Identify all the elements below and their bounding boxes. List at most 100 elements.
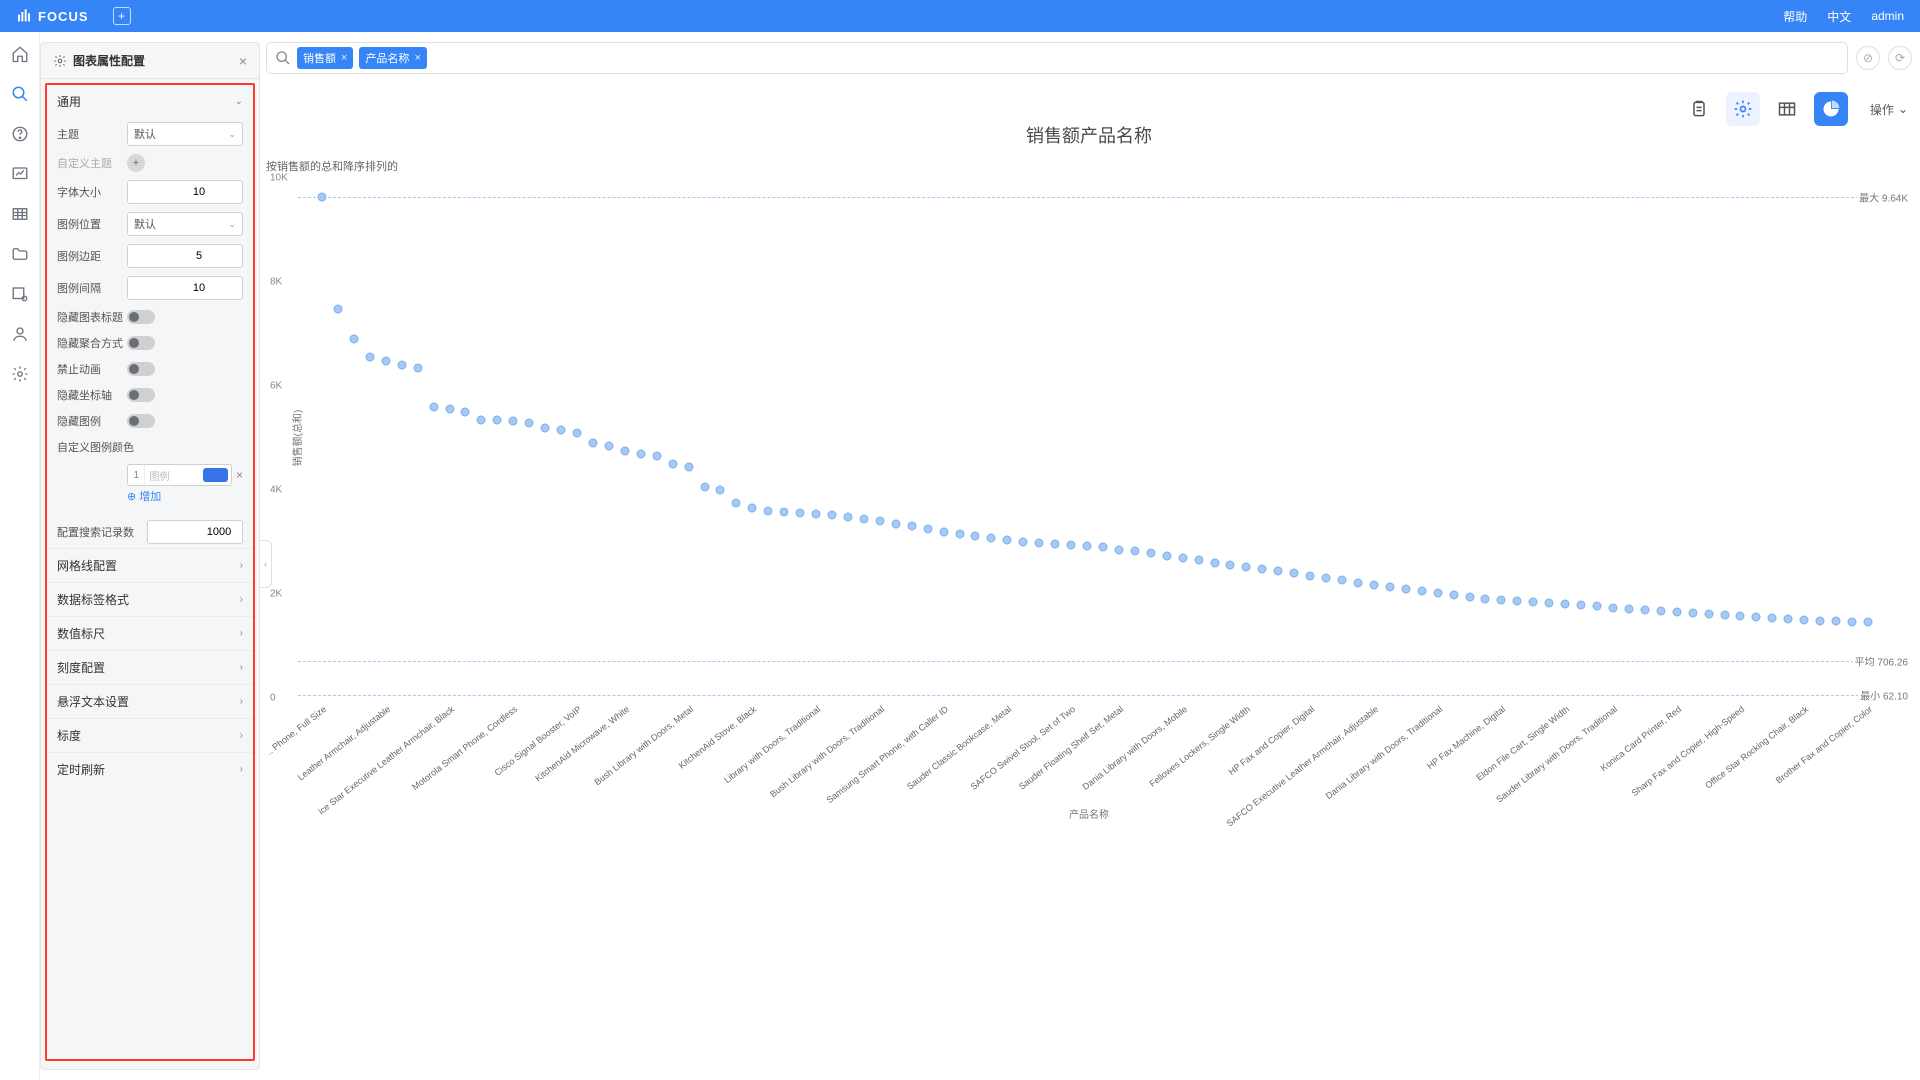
section-collapsed[interactable]: 标度› [47, 718, 253, 752]
data-point[interactable] [1146, 549, 1155, 558]
data-point[interactable] [1752, 612, 1761, 621]
data-point[interactable] [684, 462, 693, 471]
data-point[interactable] [365, 352, 374, 361]
rail-manage[interactable] [10, 284, 30, 304]
panel-close-button[interactable]: × [239, 53, 247, 69]
legend-margin-input[interactable]: +− [127, 244, 243, 268]
data-point[interactable] [907, 522, 916, 531]
chip-remove-icon[interactable]: × [414, 52, 420, 64]
legend-pos-select[interactable]: 默认⌄ [127, 212, 243, 236]
font-size-input[interactable]: px +− [127, 180, 243, 204]
data-point[interactable] [1529, 598, 1538, 607]
legend-color-input[interactable]: 1 图例 [127, 464, 232, 486]
data-point[interactable] [780, 507, 789, 516]
help-link[interactable]: 帮助 [1783, 8, 1807, 25]
data-point[interactable] [1322, 574, 1331, 583]
data-point[interactable] [1353, 578, 1362, 587]
rail-settings[interactable] [10, 364, 30, 384]
data-point[interactable] [1003, 535, 1012, 544]
refresh-button[interactable]: ⟳ [1888, 46, 1912, 70]
data-point[interactable] [1465, 593, 1474, 602]
data-point[interactable] [652, 452, 661, 461]
user-link[interactable]: admin [1871, 9, 1904, 23]
data-point[interactable] [1624, 604, 1633, 613]
rail-help[interactable] [10, 124, 30, 144]
data-point[interactable] [796, 508, 805, 517]
rail-user[interactable] [10, 324, 30, 344]
data-point[interactable] [1593, 602, 1602, 611]
data-point[interactable] [1051, 540, 1060, 549]
hide-agg-toggle[interactable] [127, 336, 155, 350]
color-swatch[interactable] [203, 468, 228, 482]
data-point[interactable] [477, 415, 486, 424]
data-point[interactable] [843, 513, 852, 522]
chip-remove-icon[interactable]: × [341, 52, 347, 64]
data-point[interactable] [1385, 582, 1394, 591]
data-point[interactable] [397, 361, 406, 370]
data-point[interactable] [1417, 586, 1426, 595]
data-point[interactable] [525, 419, 534, 428]
data-point[interactable] [955, 529, 964, 538]
clear-search-button[interactable]: ⊘ [1856, 46, 1880, 70]
data-point[interactable] [1210, 558, 1219, 567]
section-collapsed[interactable]: 悬浮文本设置› [47, 684, 253, 718]
theme-select[interactable]: 默认⌄ [127, 122, 243, 146]
search-chip-1[interactable]: 销售额× [297, 47, 353, 69]
data-point[interactable] [1449, 591, 1458, 600]
data-point[interactable] [1035, 539, 1044, 548]
records-input[interactable]: +− [147, 520, 243, 544]
data-point[interactable] [1784, 614, 1793, 623]
data-point[interactable] [1083, 542, 1092, 551]
settings-button[interactable] [1726, 92, 1760, 126]
data-point[interactable] [1019, 538, 1028, 547]
section-general-header[interactable]: 通用 ⌄ [47, 85, 253, 118]
data-point[interactable] [668, 460, 677, 469]
data-point[interactable] [812, 509, 821, 518]
data-point[interactable] [859, 514, 868, 523]
data-point[interactable] [891, 519, 900, 528]
data-point[interactable] [461, 408, 470, 417]
hide-axis-toggle[interactable] [127, 388, 155, 402]
data-point[interactable] [381, 357, 390, 366]
rail-chart[interactable] [10, 164, 30, 184]
data-point[interactable] [333, 305, 342, 314]
data-point[interactable] [1688, 608, 1697, 617]
hide-legend-toggle[interactable] [127, 414, 155, 428]
section-collapsed[interactable]: 数值标尺› [47, 616, 253, 650]
data-point[interactable] [1290, 569, 1299, 578]
data-point[interactable] [1800, 616, 1809, 625]
data-point[interactable] [1816, 616, 1825, 625]
data-point[interactable] [636, 449, 645, 458]
data-point[interactable] [875, 517, 884, 526]
data-point[interactable] [1162, 551, 1171, 560]
data-point[interactable] [1656, 606, 1665, 615]
data-point[interactable] [1736, 611, 1745, 620]
data-point[interactable] [971, 531, 980, 540]
legend-gap-input[interactable]: +− [127, 276, 243, 300]
data-point[interactable] [557, 426, 566, 435]
data-point[interactable] [573, 428, 582, 437]
data-point[interactable] [1513, 597, 1522, 606]
data-point[interactable] [1226, 560, 1235, 569]
data-point[interactable] [1178, 553, 1187, 562]
section-collapsed[interactable]: 刻度配置› [47, 650, 253, 684]
data-point[interactable] [1114, 545, 1123, 554]
operations-dropdown[interactable]: 操作 ⌄ [1870, 101, 1908, 118]
section-collapsed[interactable]: 数据标签格式› [47, 582, 253, 616]
data-point[interactable] [748, 504, 757, 513]
data-point[interactable] [1608, 603, 1617, 612]
data-point[interactable] [604, 441, 613, 450]
hide-title-toggle[interactable] [127, 310, 155, 324]
rail-home[interactable] [10, 44, 30, 64]
data-point[interactable] [1704, 609, 1713, 618]
data-point[interactable] [939, 527, 948, 536]
data-point[interactable] [732, 499, 741, 508]
data-point[interactable] [1481, 595, 1490, 604]
data-point[interactable] [1545, 599, 1554, 608]
data-point[interactable] [1497, 596, 1506, 605]
data-point[interactable] [764, 506, 773, 515]
data-point[interactable] [1338, 576, 1347, 585]
data-point[interactable] [1369, 580, 1378, 589]
data-point[interactable] [1577, 601, 1586, 610]
data-point[interactable] [828, 510, 837, 519]
